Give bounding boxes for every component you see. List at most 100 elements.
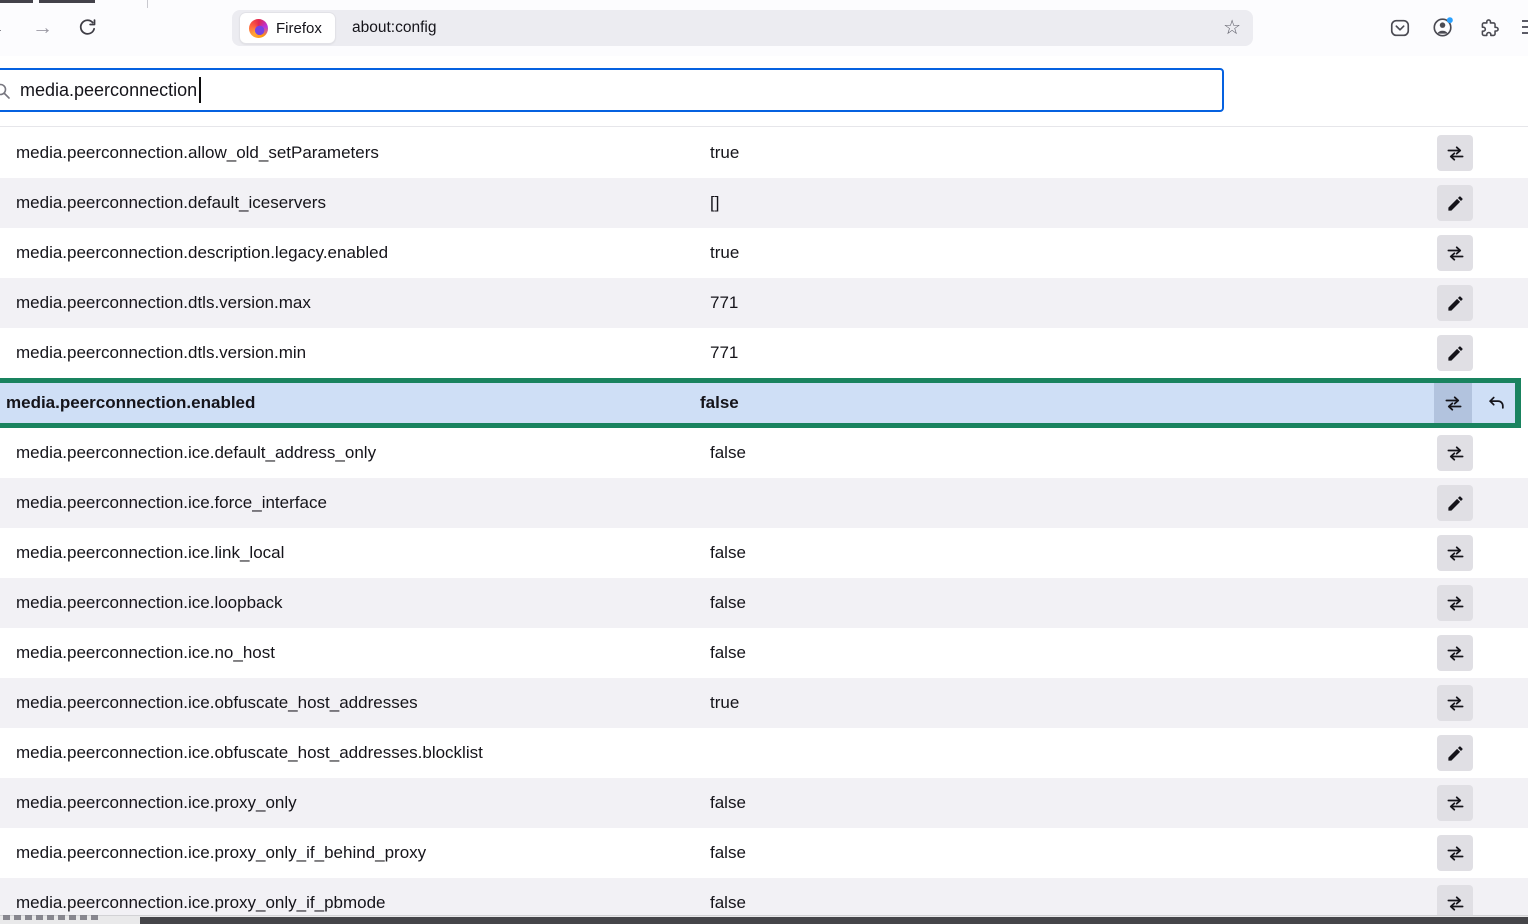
- clipped-status-text: [3, 915, 101, 920]
- text-caret: [199, 77, 201, 103]
- preferences-table: media.peerconnection.allow_old_setParame…: [0, 128, 1528, 924]
- toggle-icon: [1446, 644, 1465, 663]
- pref-name: media.peerconnection.description.legacy.…: [16, 228, 388, 278]
- menu-icon[interactable]: [1522, 20, 1528, 36]
- pref-name: media.peerconnection.ice.link_local: [16, 528, 284, 578]
- search-query-text: media.peerconnection: [20, 80, 197, 101]
- pref-row: media.peerconnection.ice.obfuscate_host_…: [0, 678, 1528, 728]
- toggle-icon: [1446, 794, 1465, 813]
- pref-name: media.peerconnection.ice.force_interface: [16, 478, 327, 528]
- pref-name: media.peerconnection.ice.obfuscate_host_…: [16, 678, 418, 728]
- pref-value: true: [710, 678, 739, 728]
- tab-strip-fragment: [39, 0, 95, 3]
- toggle-icon: [1444, 394, 1463, 413]
- pref-value: false: [710, 428, 746, 478]
- toggle-icon: [1446, 444, 1465, 463]
- toggle-button[interactable]: [1437, 685, 1473, 721]
- toggle-icon: [1446, 244, 1465, 263]
- pref-row: media.peerconnection.enabled false: [0, 378, 1521, 428]
- pref-value: []: [710, 178, 719, 228]
- extensions-puzzle-icon[interactable]: [1479, 17, 1501, 39]
- edit-button[interactable]: [1437, 735, 1473, 771]
- address-bar[interactable]: Firefox about:config ☆: [232, 10, 1253, 46]
- config-search-input[interactable]: media.peerconnection: [0, 68, 1224, 112]
- bookmark-star-icon[interactable]: ☆: [1223, 15, 1241, 41]
- pref-name: media.peerconnection.ice.default_address…: [16, 428, 376, 478]
- notification-dot: [1447, 17, 1453, 23]
- toggle-icon: [1446, 894, 1465, 913]
- reload-icon[interactable]: [77, 17, 98, 38]
- toggle-icon: [1446, 844, 1465, 863]
- edit-button[interactable]: [1437, 285, 1473, 321]
- pref-value: 771: [710, 328, 738, 378]
- undo-icon: [1487, 394, 1506, 413]
- pref-row: media.peerconnection.ice.loopback false: [0, 578, 1528, 628]
- toggle-button[interactable]: [1437, 535, 1473, 571]
- url-text[interactable]: about:config: [352, 10, 436, 46]
- toggle-button[interactable]: [1437, 435, 1473, 471]
- pref-row: media.peerconnection.default_iceservers […: [0, 178, 1528, 228]
- toggle-button[interactable]: [1437, 635, 1473, 671]
- pref-name: media.peerconnection.allow_old_setParame…: [16, 128, 379, 178]
- reset-button[interactable]: [1478, 383, 1515, 423]
- toggle-button[interactable]: [1434, 383, 1472, 423]
- edit-pencil-icon: [1446, 294, 1465, 313]
- pref-row: media.peerconnection.description.legacy.…: [0, 228, 1528, 278]
- toggle-button[interactable]: [1437, 585, 1473, 621]
- pref-value: 771: [710, 278, 738, 328]
- back-button[interactable]: ←: [0, 17, 5, 38]
- edit-pencil-icon: [1446, 194, 1465, 213]
- account-icon[interactable]: [1432, 16, 1454, 38]
- toggle-button[interactable]: [1437, 135, 1473, 171]
- pref-value: false: [710, 528, 746, 578]
- tab-separator: [147, 0, 148, 8]
- pref-value: false: [700, 383, 739, 423]
- edit-pencil-icon: [1446, 494, 1465, 513]
- pref-name: media.peerconnection.dtls.version.min: [16, 328, 306, 378]
- browser-toolbar: ← → Firefox about:config ☆: [0, 0, 1528, 57]
- forward-button[interactable]: →: [32, 17, 53, 38]
- pref-value: true: [710, 128, 739, 178]
- pref-name: media.peerconnection.default_iceservers: [16, 178, 326, 228]
- pref-row: media.peerconnection.ice.force_interface: [0, 478, 1528, 528]
- identity-chip[interactable]: Firefox: [240, 13, 335, 43]
- identity-chip-label: Firefox: [276, 20, 322, 37]
- pref-row: media.peerconnection.allow_old_setParame…: [0, 128, 1528, 178]
- pref-value: false: [710, 828, 746, 878]
- pref-row: media.peerconnection.ice.no_host false: [0, 628, 1528, 678]
- pref-name: media.peerconnection.ice.no_host: [16, 628, 275, 678]
- edit-button[interactable]: [1437, 185, 1473, 221]
- toggle-button[interactable]: [1437, 835, 1473, 871]
- toggle-button[interactable]: [1437, 235, 1473, 271]
- pref-name: media.peerconnection.ice.proxy_only: [16, 778, 297, 828]
- pref-name: media.peerconnection.dtls.version.max: [16, 278, 311, 328]
- pref-row: media.peerconnection.dtls.version.min 771: [0, 328, 1528, 378]
- edit-button[interactable]: [1437, 485, 1473, 521]
- search-icon: [0, 83, 10, 99]
- toggle-icon: [1446, 544, 1465, 563]
- pref-row: media.peerconnection.ice.link_local false: [0, 528, 1528, 578]
- toggle-icon: [1446, 144, 1465, 163]
- edit-pencil-icon: [1446, 344, 1465, 363]
- edit-button[interactable]: [1437, 335, 1473, 371]
- firefox-logo-icon: [249, 19, 268, 38]
- pref-value: true: [710, 228, 739, 278]
- horizontal-scrollbar-thumb[interactable]: [140, 917, 1528, 924]
- toggle-icon: [1446, 694, 1465, 713]
- toggle-button[interactable]: [1437, 785, 1473, 821]
- pref-name: media.peerconnection.ice.loopback: [16, 578, 283, 628]
- pref-name: media.peerconnection.ice.obfuscate_host_…: [16, 728, 483, 778]
- toggle-icon: [1446, 594, 1465, 613]
- pref-value: false: [710, 578, 746, 628]
- edit-pencil-icon: [1446, 744, 1465, 763]
- config-search-section: media.peerconnection Show only modified …: [0, 56, 1528, 127]
- firefox-about-config-window: ← → Firefox about:config ☆: [0, 0, 1528, 924]
- pref-row: media.peerconnection.ice.default_address…: [0, 428, 1528, 478]
- tab-strip-fragment: [0, 0, 33, 3]
- pref-row: media.peerconnection.ice.proxy_only_if_b…: [0, 828, 1528, 878]
- pref-row: media.peerconnection.ice.obfuscate_host_…: [0, 728, 1528, 778]
- pref-value: false: [710, 628, 746, 678]
- pocket-icon[interactable]: [1389, 17, 1411, 39]
- pref-name: media.peerconnection.enabled: [6, 383, 255, 423]
- pref-row: media.peerconnection.ice.proxy_onlyfalse: [0, 778, 1528, 828]
